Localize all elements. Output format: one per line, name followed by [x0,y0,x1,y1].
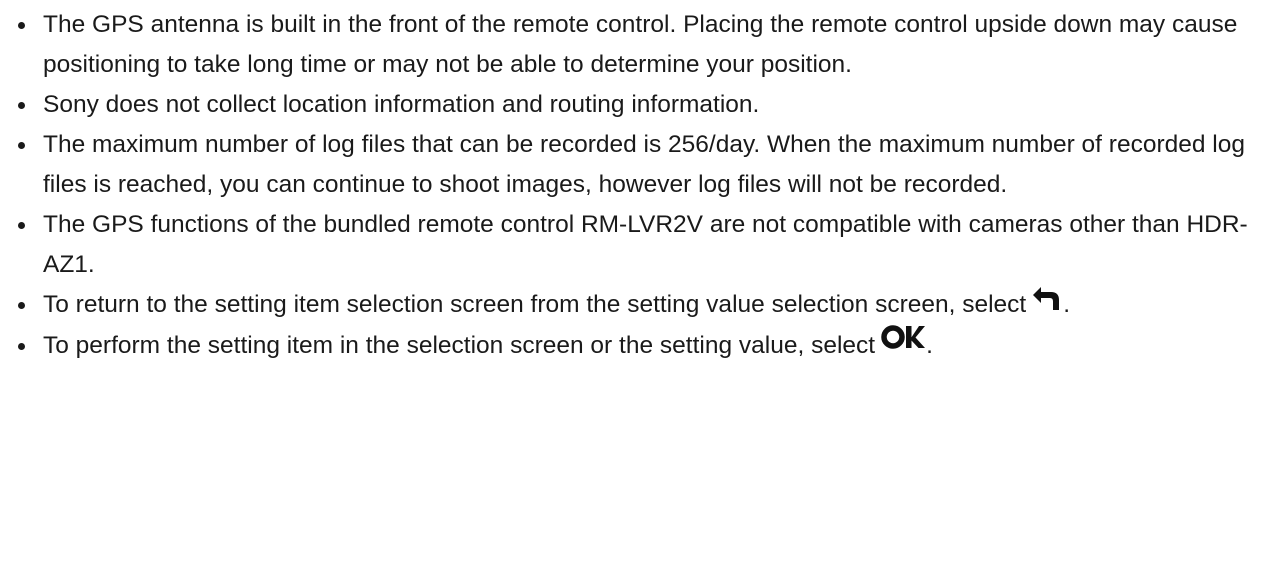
note-gps-antenna: The GPS antenna is built in the front of… [18,5,1283,85]
note-text: Sony does not collect location informati… [43,91,760,118]
note-text-before: To return to the setting item selection … [43,291,1027,318]
note-text: The maximum number of log files that can… [43,131,1245,198]
note-return: To return to the setting item selection … [18,285,1283,326]
notes-list: The GPS antenna is built in the front of… [0,0,1284,366]
note-text-before: To perform the setting item in the selec… [43,331,876,359]
note-location-info: Sony does not collect location informati… [18,85,1283,125]
note-text-after: . [926,331,933,359]
note-compatibility: The GPS functions of the bundled remote … [18,205,1283,285]
note-text: The GPS antenna is built in the front of… [43,11,1238,78]
return-arrow-icon [1032,283,1062,323]
note-text: The GPS functions of the bundled remote … [43,211,1248,278]
bullet-icon [18,22,25,29]
bullet-icon [18,222,25,229]
note-text-after: . [1063,291,1071,318]
bullet-icon [18,342,25,350]
note-ok: To perform the setting item in the selec… [18,323,1283,367]
bullet-icon [18,102,25,109]
ok-icon [881,323,926,363]
bullet-icon [18,142,25,149]
bullet-icon [18,302,25,309]
note-log-files: The maximum number of log files that can… [18,125,1283,205]
